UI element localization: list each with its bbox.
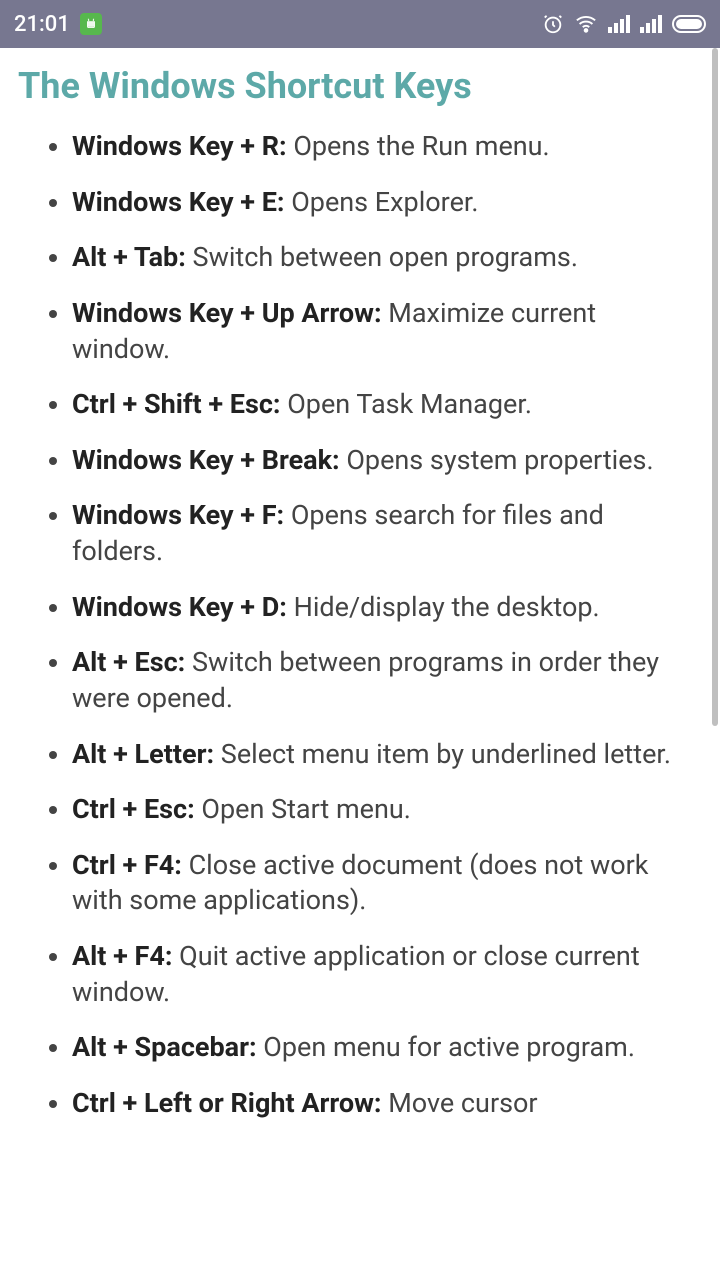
shortcut-key: Windows Key + Break: — [72, 444, 340, 476]
list-item: Alt + Tab: Switch between open programs. — [72, 240, 696, 276]
shortcut-key: Ctrl + Shift + Esc: — [72, 388, 281, 420]
shortcut-key: Ctrl + Left or Right Arrow: — [72, 1087, 382, 1119]
shortcut-key: Alt + Esc: — [72, 646, 185, 678]
shortcut-key: Alt + F4: — [72, 940, 172, 972]
status-left: 21:01 — [14, 12, 102, 37]
shortcut-desc: Open Task Manager. — [281, 388, 532, 420]
list-item: Ctrl + Left or Right Arrow: Move cursor — [72, 1086, 696, 1122]
shortcut-key: Windows Key + Up Arrow: — [72, 297, 382, 329]
shortcut-desc: Opens system properties. — [340, 444, 654, 476]
list-item: Windows Key + R: Opens the Run menu. — [72, 129, 696, 165]
list-item: Windows Key + F: Opens search for files … — [72, 498, 696, 569]
list-item: Windows Key + E: Opens Explorer. — [72, 185, 696, 221]
battery-icon — [672, 15, 706, 33]
shortcut-key: Windows Key + R: — [72, 130, 287, 162]
shortcut-desc: Select menu item by underlined letter. — [214, 738, 671, 770]
signal-icon-1 — [608, 15, 630, 33]
list-item: Windows Key + D: Hide/display the deskto… — [72, 590, 696, 626]
shortcut-desc: Opens Explorer. — [285, 186, 479, 218]
signal-icon-2 — [640, 15, 662, 33]
page-title: The Windows Shortcut Keys — [18, 64, 702, 109]
list-item: Alt + Letter: Select menu item by underl… — [72, 737, 696, 773]
shortcut-desc: Open menu for active program. — [257, 1031, 635, 1063]
scrollbar-thumb[interactable] — [712, 48, 718, 726]
shortcut-desc: Switch between open programs. — [186, 241, 578, 273]
shortcut-desc: Move cursor — [382, 1087, 538, 1119]
list-item: Ctrl + Shift + Esc: Open Task Manager. — [72, 387, 696, 423]
list-item: Windows Key + Break: Opens system proper… — [72, 443, 696, 479]
wifi-icon — [574, 13, 598, 35]
list-item: Alt + F4: Quit active application or clo… — [72, 939, 696, 1010]
shortcut-desc: Open Start menu. — [195, 793, 411, 825]
status-right — [542, 13, 706, 35]
shortcut-key: Alt + Letter: — [72, 738, 214, 770]
shortcut-desc: Opens the Run menu. — [287, 130, 550, 162]
shortcut-key: Ctrl + F4: — [72, 849, 182, 881]
list-item: Alt + Esc: Switch between programs in or… — [72, 645, 696, 716]
shortcut-desc: Hide/display the desktop. — [287, 591, 600, 623]
list-item: Ctrl + F4: Close active document (does n… — [72, 848, 696, 919]
shortcut-key: Alt + Tab: — [72, 241, 186, 273]
shortcut-key: Windows Key + E: — [72, 186, 285, 218]
status-time: 21:01 — [14, 12, 70, 37]
shortcut-key: Windows Key + F: — [72, 499, 284, 531]
list-item: Ctrl + Esc: Open Start menu. — [72, 792, 696, 828]
status-bar: 21:01 — [0, 0, 720, 48]
list-item: Alt + Spacebar: Open menu for active pro… — [72, 1030, 696, 1066]
article-content[interactable]: The Windows Shortcut Keys Windows Key + … — [0, 48, 720, 1280]
shortcut-key: Alt + Spacebar: — [72, 1031, 257, 1063]
alarm-icon — [542, 13, 564, 35]
shortcut-key: Ctrl + Esc: — [72, 793, 195, 825]
shortcut-key: Windows Key + D: — [72, 591, 287, 623]
android-robot-icon — [80, 13, 102, 35]
shortcut-list: Windows Key + R: Opens the Run menu. Win… — [18, 129, 702, 1122]
list-item: Windows Key + Up Arrow: Maximize current… — [72, 296, 696, 367]
